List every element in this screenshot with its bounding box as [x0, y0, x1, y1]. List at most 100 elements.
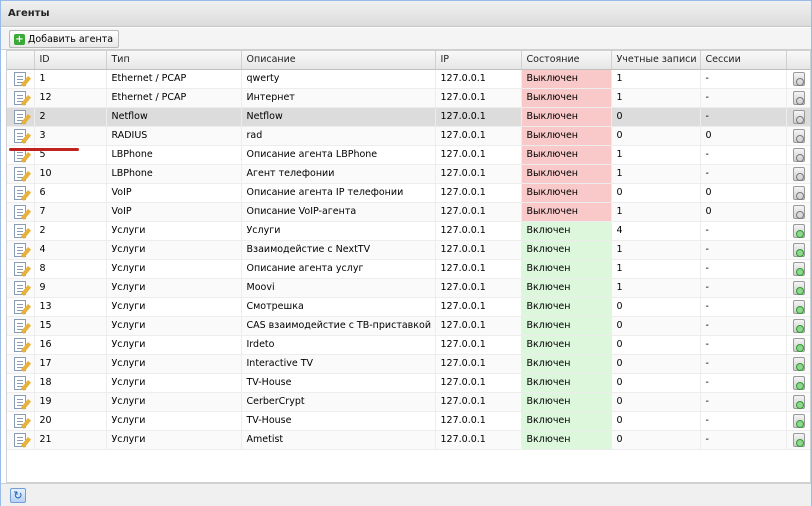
action-button[interactable] — [786, 392, 810, 412]
table-row[interactable]: 1 Ethernet / PCAP qwerty 127.0.0.1 Выключен 1… — [7, 69, 810, 89]
edit-icon[interactable] — [14, 318, 27, 333]
table-row[interactable]: 4 Услуги Взаимодейстие с NextTV 127.0.0.1 Вк… — [7, 240, 810, 260]
edit-icon[interactable] — [14, 223, 27, 238]
toggle-icon[interactable] — [793, 109, 805, 124]
col-ip-header[interactable]: IP — [435, 51, 522, 70]
table-row[interactable]: 20 Услуги TV-House 127.0.0.1 Включен 0- — [7, 411, 810, 431]
edit-button[interactable] — [7, 202, 35, 222]
action-button[interactable] — [786, 202, 810, 222]
col-sessions-header[interactable]: Сессии — [700, 51, 787, 70]
action-button[interactable] — [786, 335, 810, 355]
edit-button[interactable] — [7, 392, 35, 412]
edit-icon[interactable] — [14, 166, 27, 181]
action-button[interactable] — [786, 316, 810, 336]
toggle-icon[interactable] — [793, 223, 805, 238]
edit-button[interactable] — [7, 278, 35, 298]
toggle-icon[interactable] — [793, 375, 805, 390]
table-row[interactable]: 9 Услуги Moovi 127.0.0.1 Включен 1- — [7, 278, 810, 298]
action-button[interactable] — [786, 221, 810, 241]
action-button[interactable] — [786, 297, 810, 317]
table-row[interactable]: 2 Netflow Netflow 127.0.0.1 Выключен 0- — [7, 107, 810, 127]
toggle-icon[interactable] — [793, 299, 805, 314]
edit-button[interactable] — [7, 221, 35, 241]
table-row[interactable]: 8 Услуги Описание агента услуг 127.0.0.1 Вкл… — [7, 259, 810, 279]
edit-icon[interactable] — [14, 71, 27, 86]
edit-icon[interactable] — [14, 261, 27, 276]
edit-icon[interactable] — [14, 128, 27, 143]
toggle-icon[interactable] — [793, 71, 805, 86]
table-row[interactable]: 3 RADIUS rad 127.0.0.1 Выключен 0 0 — [7, 126, 810, 146]
toggle-icon[interactable] — [793, 166, 805, 181]
edit-icon[interactable] — [14, 375, 27, 390]
edit-icon[interactable] — [14, 337, 27, 352]
edit-icon[interactable] — [14, 394, 27, 409]
edit-button[interactable] — [7, 69, 35, 89]
table-row[interactable]: 17 Услуги Interactive TV 127.0.0.1 Включен 0- — [7, 354, 810, 374]
col-description-header[interactable]: Описание — [241, 51, 436, 70]
action-button[interactable] — [786, 107, 810, 127]
edit-button[interactable] — [7, 183, 35, 203]
edit-button[interactable] — [7, 373, 35, 393]
table-row[interactable]: 6 VoIP Описание агента IP телефонии 127.0.0… — [7, 183, 810, 203]
toggle-icon[interactable] — [793, 413, 805, 428]
edit-button[interactable] — [7, 411, 35, 431]
edit-icon[interactable] — [14, 280, 27, 295]
action-button[interactable] — [786, 259, 810, 279]
edit-button[interactable] — [7, 354, 35, 374]
table-row[interactable]: 2 Услуги Услуги 127.0.0.1 Включен 4- — [7, 221, 810, 241]
toggle-icon[interactable] — [793, 394, 805, 409]
edit-icon[interactable] — [14, 109, 27, 124]
edit-button[interactable] — [7, 259, 35, 279]
action-button[interactable] — [786, 126, 810, 146]
action-button[interactable] — [786, 278, 810, 298]
edit-icon[interactable] — [14, 413, 27, 428]
action-button[interactable] — [786, 145, 810, 165]
edit-icon[interactable] — [14, 185, 27, 200]
toggle-icon[interactable] — [793, 261, 805, 276]
table-row[interactable]: 19 Услуги CerberCrypt 127.0.0.1 Включен 0- — [7, 392, 810, 412]
table-row[interactable]: 10 LBPhone Агент телефонии 127.0.0.1 Выключе… — [7, 164, 810, 184]
table-row[interactable]: 7 VoIP Описание VoIP-агента 127.0.0.1 Выключ… — [7, 202, 810, 222]
toggle-icon[interactable] — [793, 242, 805, 257]
edit-icon[interactable] — [14, 432, 27, 447]
edit-icon[interactable] — [14, 356, 27, 371]
toggle-icon[interactable] — [793, 204, 805, 219]
toggle-icon[interactable] — [793, 90, 805, 105]
action-button[interactable] — [786, 373, 810, 393]
action-button[interactable] — [786, 69, 810, 89]
edit-button[interactable] — [7, 126, 35, 146]
edit-icon[interactable] — [14, 242, 27, 257]
edit-button[interactable] — [7, 88, 35, 108]
edit-button[interactable] — [7, 164, 35, 184]
action-button[interactable] — [786, 88, 810, 108]
col-type-header[interactable]: Тип — [106, 51, 242, 70]
toggle-icon[interactable] — [793, 337, 805, 352]
table-row[interactable]: 18 Услуги TV-House 127.0.0.1 Включен 0- — [7, 373, 810, 393]
refresh-icon[interactable]: ↻ — [10, 488, 26, 503]
edit-button[interactable] — [7, 316, 35, 336]
action-button[interactable] — [786, 183, 810, 203]
action-button[interactable] — [786, 240, 810, 260]
table-row[interactable]: 16 Услуги Irdeto 127.0.0.1 Включен 0- — [7, 335, 810, 355]
add-agent-button[interactable]: + Добавить агента — [9, 30, 120, 48]
action-button[interactable] — [786, 430, 810, 450]
col-accounts-header[interactable]: Учетные записи — [611, 51, 701, 70]
toggle-icon[interactable] — [793, 147, 805, 162]
action-button[interactable] — [786, 354, 810, 374]
edit-icon[interactable] — [14, 204, 27, 219]
action-button[interactable] — [786, 411, 810, 431]
col-state-header[interactable]: Состояние — [521, 51, 612, 70]
toggle-icon[interactable] — [793, 432, 805, 447]
col-id-header[interactable]: ID — [34, 51, 107, 70]
toggle-icon[interactable] — [793, 280, 805, 295]
table-row[interactable]: 15 Услуги CAS взаимодейстие с ТВ-приставко… — [7, 316, 810, 336]
toggle-icon[interactable] — [793, 318, 805, 333]
edit-icon[interactable] — [14, 90, 27, 105]
toggle-icon[interactable] — [793, 128, 805, 143]
table-row[interactable]: 12 Ethernet / PCAP Интернет 127.0.0.1 Выключ… — [7, 88, 810, 108]
edit-button[interactable] — [7, 107, 35, 127]
edit-button[interactable] — [7, 335, 35, 355]
edit-button[interactable] — [7, 297, 35, 317]
toggle-icon[interactable] — [793, 356, 805, 371]
table-row[interactable]: 21 Услуги Ametist 127.0.0.1 Включен 0- — [7, 430, 810, 450]
